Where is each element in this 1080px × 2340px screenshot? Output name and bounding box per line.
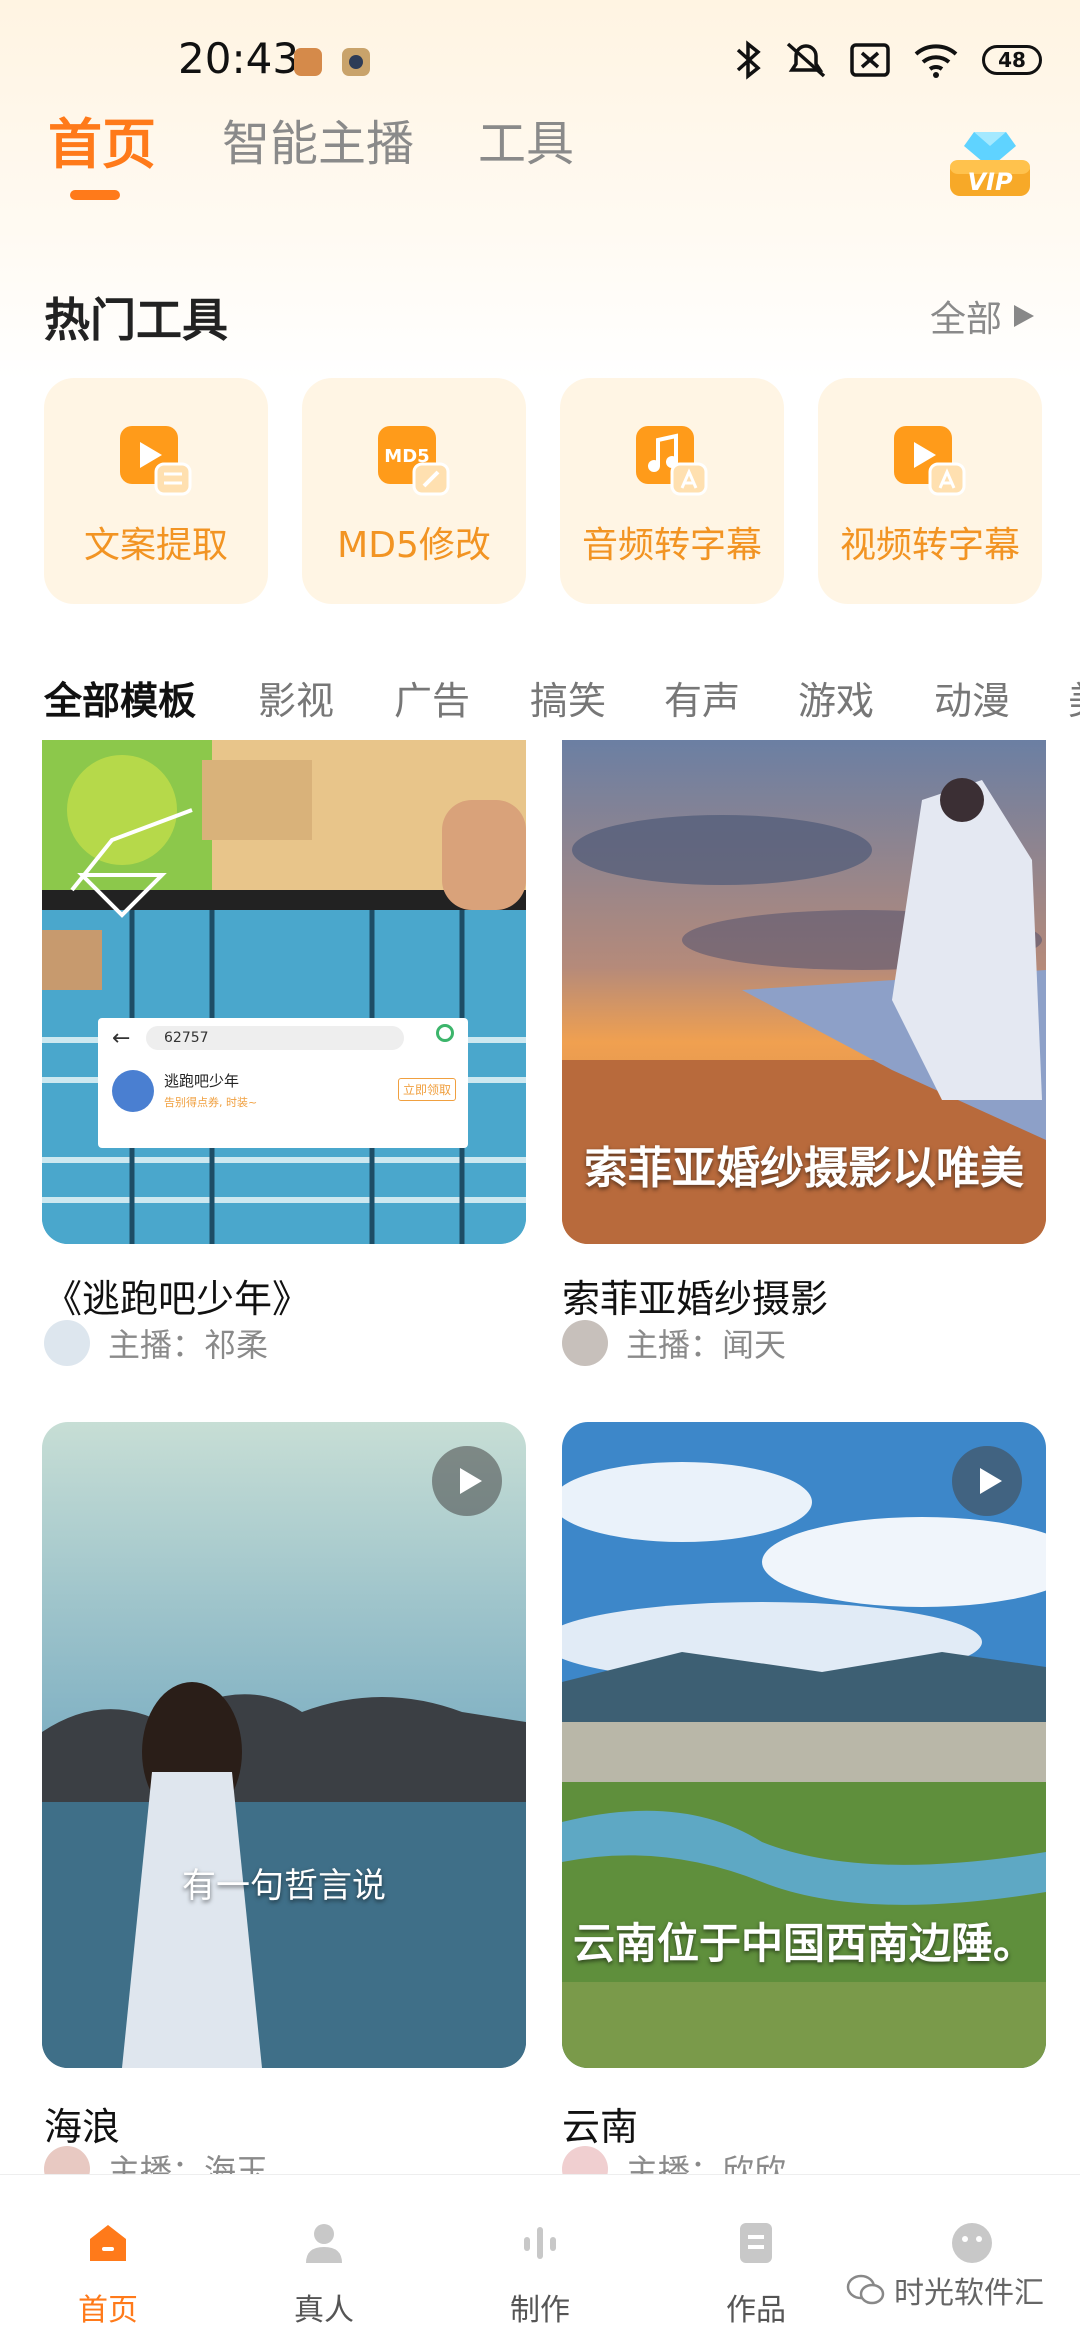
md5-edit-icon: MD5 (378, 426, 450, 496)
template-thumbnail-wedding[interactable]: 索菲亚婚纱摄影以唯美 (562, 740, 1046, 1244)
see-all-label: 全部 (929, 299, 1002, 340)
landscape-scene-image (562, 1422, 1046, 2068)
category-tab-game[interactable]: 游戏 (798, 670, 874, 725)
template-thumbnail-yunnan[interactable]: 云南位于中国西南边陲。 (562, 1422, 1046, 2068)
author-name: 主播：闻天 (626, 1326, 787, 1364)
search-popup: ← 62757 逃跑吧少年 告别得点券, 时装~ 立即领取 (98, 1018, 468, 1148)
category-tab-ads[interactable]: 广告 (394, 670, 470, 725)
tool-label: 音频转字幕 (581, 525, 762, 566)
nav-label: 真人 (294, 2293, 354, 2328)
tab-smart-anchor[interactable]: 智能主播 (222, 104, 414, 174)
back-arrow-icon: ← (112, 1026, 131, 1051)
tab-tools[interactable]: 工具 (478, 104, 574, 174)
template-thumbnail-waves[interactable]: 有一句哲言说 (42, 1422, 526, 2068)
tool-card-md5[interactable]: MD5 MD5修改 (302, 378, 526, 604)
tool-card-copy-extract[interactable]: 文案提取 (44, 378, 268, 604)
search-icon (436, 1024, 454, 1042)
video-subtitle-icon (894, 426, 966, 496)
category-tab-funny[interactable]: 搞笑 (530, 670, 606, 725)
result-avatar (112, 1070, 154, 1112)
template-title[interactable]: 云南 (562, 2096, 638, 2151)
author-avatar (562, 1320, 608, 1366)
watermark: 时光软件汇 (846, 2268, 1044, 2312)
category-tab-beauty[interactable]: 美 (1068, 670, 1080, 725)
nav-label: 制作 (510, 2293, 570, 2328)
result-claim-button: 立即领取 (397, 1078, 456, 1101)
active-tab-indicator (70, 190, 120, 200)
battery-indicator: 48 (982, 45, 1042, 75)
sim-off-icon (850, 43, 890, 77)
beach-scene-image (42, 1422, 526, 2068)
author-name: 主播：祁柔 (108, 1326, 269, 1364)
mute-icon (786, 42, 826, 78)
status-time: 20:43 (178, 34, 300, 83)
category-tab-audio[interactable]: 有声 (664, 670, 740, 725)
nav-label: 首页 (78, 2293, 138, 2328)
person-icon (306, 2224, 342, 2263)
video-caption: 云南位于中国西南边陲。 (572, 1919, 1035, 1968)
wechat-icon (846, 2274, 885, 2305)
nav-mine[interactable]: 我的 (864, 2175, 1080, 2340)
video-caption: 索菲亚婚纱摄影以唯美 (584, 1143, 1024, 1194)
play-arrow-icon (1014, 305, 1034, 327)
home-icon (90, 2225, 126, 2261)
video-caption: 有一句哲言说 (182, 1866, 386, 1906)
play-button[interactable] (432, 1446, 502, 1516)
works-icon (740, 2223, 772, 2263)
audio-subtitle-icon (636, 426, 708, 496)
result-subtitle: 告别得点券, 时装~ (164, 1096, 258, 1109)
bottom-navigation: 首页 真人 制作 作品 我的 (0, 2174, 1080, 2340)
author-avatar (44, 1320, 90, 1366)
hot-tools-title: 热门工具 (44, 293, 228, 347)
tool-card-audio-subtitle[interactable]: 音频转字幕 (560, 378, 784, 604)
result-name: 逃跑吧少年 (164, 1072, 240, 1090)
watermark-text: 时光软件汇 (894, 2276, 1044, 2311)
nav-works[interactable]: 作品 (648, 2175, 864, 2340)
camera-app-icon (342, 48, 370, 76)
category-tab-all[interactable]: 全部模板 (44, 670, 196, 725)
tool-card-video-subtitle[interactable]: 视频转字幕 (818, 378, 1042, 604)
vip-badge[interactable]: VIP (944, 126, 1036, 206)
category-tab-anime[interactable]: 动漫 (934, 670, 1010, 725)
face-icon (952, 2223, 992, 2263)
template-author: 主播：祁柔 (44, 1320, 268, 1366)
template-title[interactable]: 《逃跑吧少年》 (44, 1268, 310, 1323)
status-bar: 20:43 48 (0, 0, 1080, 120)
shield-app-icon (294, 48, 322, 76)
category-tab-film[interactable]: 影视 (258, 670, 334, 725)
template-thumbnail-game[interactable]: ← 62757 逃跑吧少年 告别得点券, 时装~ 立即领取 (42, 740, 526, 1244)
template-title[interactable]: 海浪 (44, 2096, 120, 2151)
nav-create[interactable]: 制作 (432, 2175, 648, 2340)
tool-label: 文案提取 (83, 525, 228, 566)
tab-home[interactable]: 首页 (48, 100, 156, 179)
game-scene-image (42, 740, 526, 1244)
tool-label: 视频转字幕 (839, 525, 1020, 566)
nav-home[interactable]: 首页 (0, 2175, 216, 2340)
see-all-link[interactable]: 全部 (930, 290, 1036, 342)
template-author: 主播：闻天 (562, 1320, 786, 1366)
bluetooth-icon (736, 40, 761, 80)
nav-label: 作品 (726, 2293, 786, 2328)
tool-label: MD5修改 (337, 525, 491, 566)
video-text-icon (120, 426, 192, 496)
sound-wave-icon (524, 2227, 556, 2259)
vip-label: VIP (967, 168, 1013, 196)
wifi-icon (914, 44, 958, 78)
template-title[interactable]: 索菲亚婚纱摄影 (562, 1268, 828, 1323)
nav-real-person[interactable]: 真人 (216, 2175, 432, 2340)
popup-search-field: 62757 (146, 1026, 404, 1050)
play-button[interactable] (952, 1446, 1022, 1516)
